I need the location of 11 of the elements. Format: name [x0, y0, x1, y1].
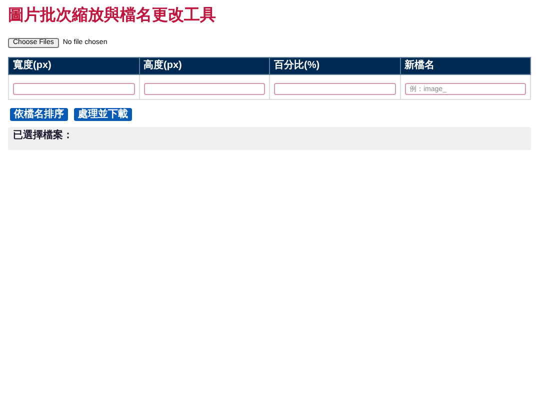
input-field[interactable] [144, 83, 265, 95]
action-button[interactable]: 處理並下載 [74, 108, 132, 120]
column-header: 百分比(%) [270, 57, 400, 74]
page-title: 圖片批次縮放與檔名更改工具 [8, 6, 217, 26]
input-field[interactable] [274, 83, 396, 95]
column-header: 高度(px) [139, 57, 270, 74]
input-field[interactable] [13, 83, 134, 95]
selected-files-label: 已選擇檔案： [13, 130, 73, 142]
column-header: 新檔名 [400, 57, 530, 74]
column-header: 寬度(px) [8, 57, 139, 74]
action-button[interactable]: 依檔名排序 [10, 108, 68, 120]
